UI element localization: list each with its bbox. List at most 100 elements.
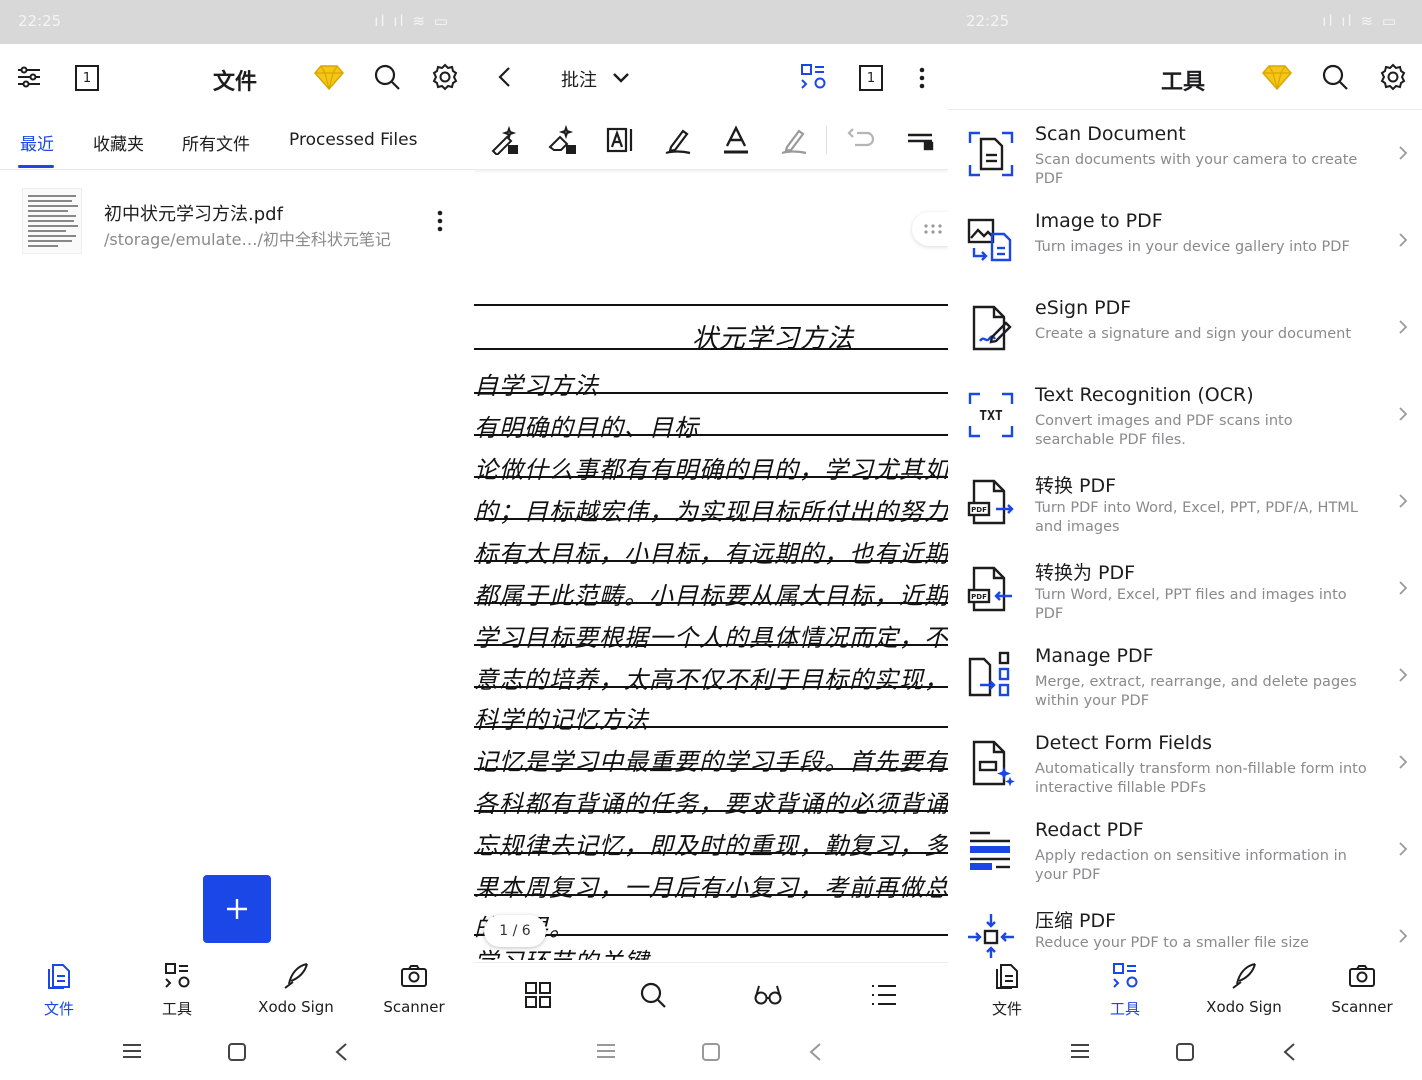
tool-manage-pdf[interactable]: Manage PDF Merge, extract, rearrange, an… — [948, 633, 1422, 720]
premium-diamond-icon[interactable] — [1262, 62, 1292, 92]
ruled-line — [474, 852, 948, 854]
tool-redact-pdf[interactable]: Redact PDF Apply redaction on sensitive … — [948, 807, 1422, 894]
tool-description: Convert images and PDF scans into search… — [1035, 413, 1293, 448]
toolbar-overflow-icon[interactable] — [904, 124, 936, 156]
toolbar-grip-handle[interactable] — [912, 212, 948, 246]
tool-convert-pdf[interactable]: PDF 转换 PDF Turn PDF into Word, Excel, PP… — [948, 459, 1422, 546]
reading-mode-glasses-icon[interactable] — [752, 979, 784, 1011]
magic-eraser-locked-icon[interactable] — [546, 124, 578, 156]
tools-nav-icon — [165, 963, 190, 988]
undo-icon[interactable] — [846, 124, 878, 156]
tool-convert-to-pdf[interactable]: PDF 转换为 PDF Turn Word, Excel, PPT files … — [948, 546, 1422, 633]
tool-text-recognition-ocr[interactable]: TXT Text Recognition (OCR) Convert image… — [948, 372, 1422, 459]
text-box-icon[interactable] — [604, 124, 636, 156]
recents-icon[interactable] — [122, 1042, 142, 1060]
search-icon[interactable] — [1320, 62, 1350, 92]
ruled-line — [474, 726, 948, 728]
status-bar: 22:25 ıl ıl ≋ ▭ — [948, 0, 1422, 44]
file-thumbnail — [22, 188, 82, 254]
thumbnails-icon[interactable] — [522, 979, 554, 1011]
filter-icon[interactable] — [14, 62, 44, 92]
tool-esign-pdf[interactable]: eSign PDF Create a signature and sign yo… — [948, 285, 1422, 372]
gear-icon[interactable] — [430, 62, 460, 92]
back-icon[interactable] — [808, 1042, 822, 1062]
back-icon[interactable] — [1282, 1042, 1296, 1062]
files-screen: 22:25 ıl ıl ≋ ▭ 1 文件 最近 收藏夹 所有文件 Process… — [0, 0, 474, 1080]
nav-tools[interactable]: 工具 — [127, 962, 227, 1019]
pen-icon[interactable] — [662, 124, 694, 156]
chevron-down-icon[interactable] — [610, 68, 632, 88]
pdf-page[interactable]: 状元学习方法 自学习方法 有明确的目的、目标 论做什么事都有有明确的目的，学习尤… — [474, 290, 948, 960]
gear-icon[interactable] — [1378, 62, 1408, 92]
annotation-toolbar — [474, 110, 948, 170]
chevron-right-icon — [1399, 407, 1408, 421]
more-vertical-icon[interactable] — [428, 206, 452, 236]
recents-icon[interactable] — [1070, 1042, 1090, 1060]
nav-files[interactable]: 文件 — [9, 962, 109, 1019]
home-icon[interactable] — [1175, 1042, 1195, 1062]
nav-scanner[interactable]: Scanner — [1312, 962, 1412, 1016]
page-title: 工具 — [1161, 70, 1206, 95]
file-name: 初中状元学习方法.pdf — [104, 204, 283, 225]
tool-compress-pdf[interactable]: 压缩 PDF Reduce your PDF to a smaller file… — [948, 894, 1422, 958]
tool-description: Turn Word, Excel, PPT files and images i… — [1035, 587, 1347, 622]
add-file-button[interactable] — [203, 875, 271, 943]
convert-pdf-icon: PDF — [966, 477, 1016, 527]
tab-all-files[interactable]: 所有文件 — [182, 130, 250, 155]
home-icon[interactable] — [701, 1042, 721, 1062]
active-tab-indicator — [18, 165, 54, 168]
nav-files[interactable]: 文件 — [957, 962, 1057, 1019]
chevron-right-icon — [1399, 842, 1408, 856]
system-navigation — [0, 1022, 474, 1080]
tool-scan-document[interactable]: Scan Document Scan documents with your c… — [948, 111, 1422, 198]
chevron-right-icon — [1399, 494, 1408, 508]
svg-text:PDF: PDF — [971, 506, 987, 514]
list-item[interactable]: 初中状元学习方法.pdf /storage/emulate…/初中全科状元笔记 — [0, 180, 474, 260]
tools-toggle-icon[interactable] — [798, 62, 828, 92]
magic-pen-locked-icon[interactable] — [488, 124, 520, 156]
manage-pdf-icon — [966, 651, 1016, 701]
nav-scanner[interactable]: Scanner — [364, 962, 464, 1016]
ruled-line — [474, 686, 948, 688]
outline-list-icon[interactable] — [868, 979, 900, 1011]
ruled-line — [474, 434, 948, 436]
home-icon[interactable] — [227, 1042, 247, 1062]
doc-line: 意志的培养，太高不仅不利于目标的实现，学 — [474, 666, 948, 694]
page-count-button[interactable]: 1 — [72, 63, 102, 93]
font-color-icon[interactable] — [720, 124, 752, 156]
search-icon[interactable] — [372, 62, 402, 92]
bottom-navigation: 文件 工具 Xodo Sign Scanner — [0, 958, 474, 1022]
tab-processed-files[interactable]: Processed Files — [289, 130, 417, 150]
doc-line: 自学习方法 — [474, 372, 599, 400]
tool-detect-form-fields[interactable]: Detect Form Fields Automatically transfo… — [948, 720, 1422, 807]
nav-tools[interactable]: 工具 — [1075, 962, 1175, 1019]
image-to-pdf-icon — [966, 216, 1016, 266]
highlighter-icon[interactable] — [778, 124, 810, 156]
back-arrow-icon[interactable] — [492, 64, 516, 90]
tab-favorites[interactable]: 收藏夹 — [93, 130, 144, 155]
back-icon[interactable] — [334, 1042, 348, 1062]
tools-list: Scan Document Scan documents with your c… — [948, 111, 1422, 958]
system-navigation — [474, 1022, 948, 1080]
premium-diamond-icon[interactable] — [314, 62, 344, 92]
annotation-mode-label[interactable]: 批注 — [561, 66, 597, 92]
page-indicator: 1 / 6 — [484, 915, 546, 947]
ruled-line — [474, 644, 948, 646]
status-bar — [474, 0, 948, 44]
doc-line: 有明确的目的、目标 — [474, 414, 699, 442]
recents-icon[interactable] — [596, 1042, 616, 1060]
nav-xodo-sign[interactable]: Xodo Sign — [1194, 962, 1294, 1016]
more-vertical-icon[interactable] — [910, 64, 934, 92]
page-count-label: 1 — [866, 70, 876, 86]
tools-screen: 22:25 ıl ıl ≋ ▭ 工具 Scan Document Scan do… — [948, 0, 1422, 1080]
search-icon[interactable] — [637, 979, 669, 1011]
page-count-button[interactable]: 1 — [856, 63, 886, 93]
tool-description: Turn PDF into Word, Excel, PPT, PDF/A, H… — [1035, 500, 1358, 535]
tab-recent[interactable]: 最近 — [20, 130, 54, 155]
file-path: /storage/emulate…/初中全科状元笔记 — [104, 230, 391, 249]
nav-xodo-sign-label: Xodo Sign — [1206, 998, 1282, 1016]
nav-xodo-sign[interactable]: Xodo Sign — [246, 962, 346, 1016]
nav-files-label: 文件 — [991, 1000, 1022, 1018]
doc-line: 的；目标越宏伟，为实现目标所付出的努力越 — [474, 498, 948, 526]
tool-image-to-pdf[interactable]: Image to PDF Turn images in your device … — [948, 198, 1422, 285]
